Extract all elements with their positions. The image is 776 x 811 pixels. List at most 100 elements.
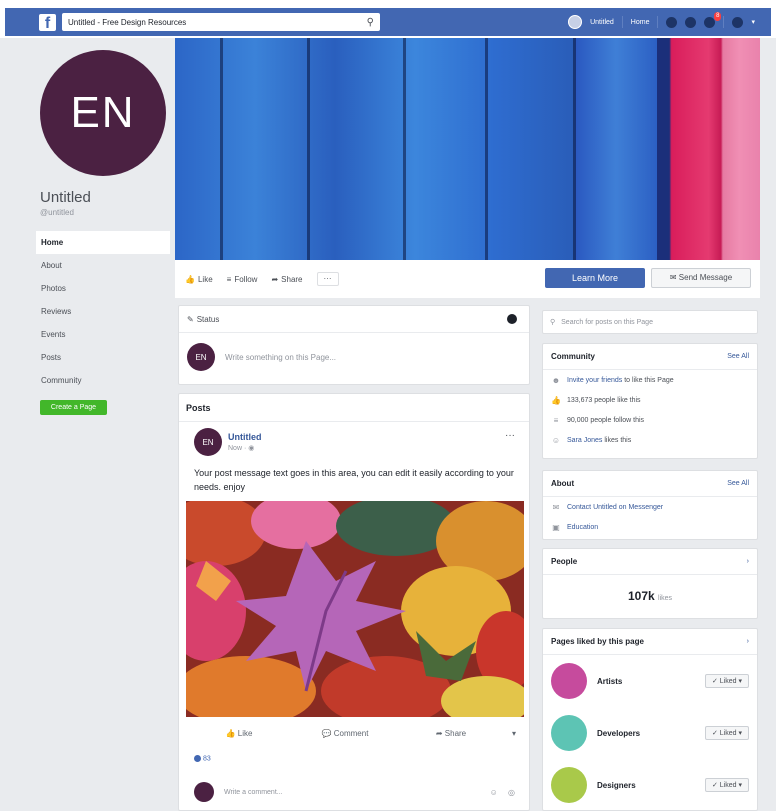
send-message-label: Send Message: [678, 273, 733, 282]
comment-row: Write a comment... ☺ ◎: [194, 782, 519, 802]
post-author-link[interactable]: Untitled: [228, 432, 262, 442]
post-share-button[interactable]: ➦ Share: [398, 729, 504, 738]
friends-rest-text: likes this: [604, 436, 632, 444]
search-input[interactable]: Untitled - Free Design Resources: [68, 18, 367, 27]
learn-more-button[interactable]: Learn More: [545, 268, 645, 288]
thumbs-up-icon: 👍: [185, 274, 195, 284]
post-actions: 👍 Like 💬 Comment ➦ Share ▾: [186, 724, 524, 742]
community-header: Community See All: [543, 344, 757, 370]
chevron-down-icon[interactable]: ▾: [751, 18, 755, 26]
audience-selector-icon[interactable]: [507, 314, 517, 324]
post-image[interactable]: [186, 501, 524, 717]
nav-item-photos[interactable]: Photos: [36, 277, 170, 300]
friend-link[interactable]: Sara Jones: [567, 437, 602, 444]
liked-button[interactable]: ✓ Liked ▾: [704, 674, 749, 688]
about-see-all-link[interactable]: See All: [727, 480, 749, 487]
comment-icon: 💬: [321, 728, 332, 738]
follows-text: 90,000 people follow this: [567, 416, 645, 424]
community-see-all-link[interactable]: See All: [727, 353, 749, 360]
nav-bar: f Untitled - Free Design Resources ⚲ Unt…: [5, 8, 771, 36]
reaction-count[interactable]: 83: [194, 755, 211, 762]
share-button[interactable]: ➦ Share: [271, 275, 302, 284]
liked-page-avatar[interactable]: [551, 767, 587, 803]
page-search-box[interactable]: ⚲ Search for posts on this Page: [542, 310, 758, 334]
post-timestamp[interactable]: Now · ◉: [228, 444, 262, 452]
post-like-button[interactable]: 👍 Like: [186, 729, 292, 738]
invite-rest-text: to like this Page: [624, 376, 674, 384]
liked-page-item: Designers ✓ Liked ▾: [543, 759, 757, 811]
nav-item-about[interactable]: About: [36, 254, 170, 277]
liked-button[interactable]: ✓ Liked ▾: [704, 726, 749, 740]
home-link[interactable]: Home: [631, 19, 650, 26]
status-tab[interactable]: Status: [197, 315, 220, 324]
cover-groove: [573, 38, 576, 260]
comment-input[interactable]: Write a comment...: [224, 789, 490, 796]
more-options-button[interactable]: ···: [316, 272, 339, 286]
community-card: Community See All ☻ Invite your friends t…: [542, 343, 758, 459]
comment-avatar: [194, 782, 214, 802]
posts-heading: Posts: [179, 394, 529, 422]
liked-page-name[interactable]: Artists: [597, 677, 705, 686]
profile-link[interactable]: Untitled: [590, 19, 614, 26]
community-friends-row: ☺ Sara Jones likes this: [543, 430, 757, 450]
about-category-row: ▣ Education: [543, 517, 757, 537]
cover-photo[interactable]: [175, 38, 760, 260]
help-icon[interactable]: [732, 16, 744, 28]
liked-page-name[interactable]: Developers: [597, 729, 705, 738]
nav-item-events[interactable]: Events: [36, 323, 170, 346]
pencil-icon: ✎: [187, 314, 194, 324]
about-header: About See All: [543, 471, 757, 497]
community-follows-row: ≡ 90,000 people follow this: [543, 410, 757, 430]
post-time-text: Now: [228, 445, 243, 452]
community-likes-row: 👍 133,673 people like this: [543, 390, 757, 410]
liked-button[interactable]: ✓ Liked ▾: [704, 778, 749, 792]
page-search-input[interactable]: Search for posts on this Page: [561, 319, 653, 326]
invite-friends-link[interactable]: Invite your friends: [567, 377, 622, 384]
nav-item-community[interactable]: Community: [36, 369, 170, 392]
nav-item-posts[interactable]: Posts: [36, 346, 170, 369]
liked-page-item: Artists ✓ Liked ▾: [543, 655, 757, 707]
thumbs-up-icon: 👍: [551, 395, 561, 405]
liked-page-avatar[interactable]: [551, 715, 587, 751]
search-icon[interactable]: ⚲: [367, 17, 374, 28]
search-box[interactable]: Untitled - Free Design Resources ⚲: [62, 13, 380, 31]
composer-tabs: ✎ Status: [179, 306, 529, 333]
liked-page-item: Developers ✓ Liked ▾: [543, 707, 757, 759]
cover-plank-pink: [657, 38, 760, 260]
messenger-icon[interactable]: [685, 16, 697, 28]
chevron-right-icon[interactable]: ›: [747, 558, 749, 565]
profile-picture[interactable]: EN: [40, 50, 166, 176]
facebook-logo-icon[interactable]: f: [39, 13, 56, 31]
post-header: EN Untitled Now · ◉: [194, 428, 262, 456]
page-title: Untitled: [40, 189, 91, 206]
create-page-button[interactable]: Create a Page: [40, 400, 107, 415]
notifications-icon[interactable]: 8: [704, 11, 722, 28]
nav-item-home[interactable]: Home: [36, 231, 170, 254]
post-comment-button[interactable]: 💬 Comment: [292, 729, 398, 738]
liked-page-avatar[interactable]: [551, 663, 587, 699]
contact-messenger-link[interactable]: Contact Untitled on Messenger: [567, 504, 663, 511]
post-options-button[interactable]: ···: [505, 430, 515, 441]
follow-label: Follow: [234, 274, 258, 284]
category-link[interactable]: Education: [567, 524, 598, 531]
reaction-number: 83: [202, 755, 211, 763]
top-bar: f Untitled - Free Design Resources ⚲ Unt…: [0, 0, 776, 38]
liked-page-name[interactable]: Designers: [597, 781, 705, 790]
post-avatar[interactable]: EN: [194, 428, 222, 456]
follow-button[interactable]: ≡ Follow: [227, 275, 258, 284]
friends-icon[interactable]: [666, 16, 678, 28]
chevron-down-icon[interactable]: ▾: [504, 729, 524, 738]
user-avatar[interactable]: [568, 15, 583, 29]
like-reaction-icon: [194, 755, 201, 762]
emoji-camera-icons[interactable]: ☺ ◎: [490, 788, 519, 797]
send-message-button[interactable]: ✉ Send Message: [651, 268, 751, 288]
chevron-right-icon[interactable]: ›: [747, 638, 749, 645]
autumn-leaves-image: [186, 501, 524, 717]
post-meta: Untitled Now · ◉: [228, 432, 262, 452]
person-add-icon: ☻: [551, 375, 561, 385]
composer-input[interactable]: Write something on this Page...: [225, 353, 336, 362]
nav-item-reviews[interactable]: Reviews: [36, 300, 170, 323]
thumbs-up-icon: 👍: [225, 728, 236, 738]
like-page-button[interactable]: 👍 Like: [185, 275, 213, 284]
share-label: Share: [281, 274, 303, 284]
